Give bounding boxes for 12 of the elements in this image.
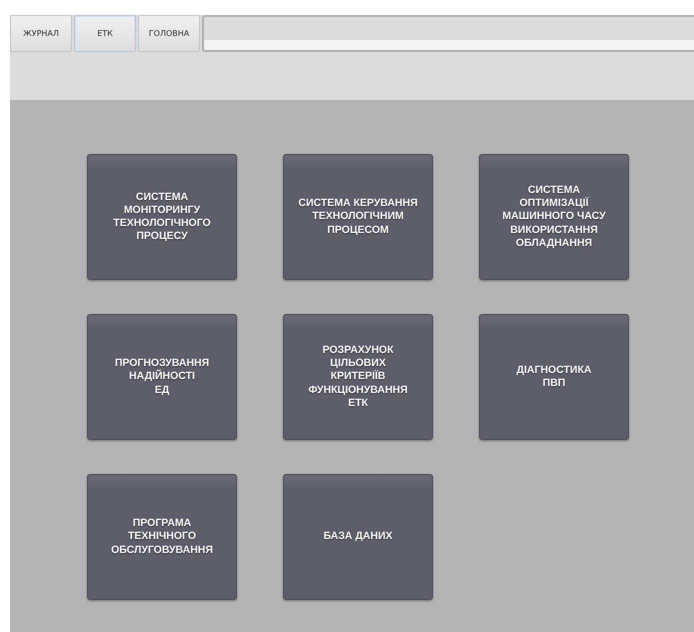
menu-tile[interactable]: БАЗА ДАНИХ [283,474,433,600]
tab[interactable]: ЖУРНАЛ [10,15,72,52]
menu-tile[interactable]: СИСТЕМА ОПТИМІЗАЦІЇ МАШИННОГО ЧАСУ ВИКОРИСТАННЯ ОБЛАДНАННЯ [479,154,629,280]
menu-tile[interactable]: РОЗРАХУНОК ЦІЛЬОВИХ КРИТЕРІЇВ ФУНКЦІОНУВАННЯ ЕТК [283,314,433,440]
menu-tile[interactable]: СИСТЕМА МОНІТОРИНГУ ТЕХНОЛОГІЧНОГО ПРОЦЕСУ [87,154,237,280]
tab[interactable]: ГОЛОВНА [138,15,200,52]
menu-tile[interactable]: ПРОГРАМА ТЕХНІЧНОГО ОБСЛУГОВУВАННЯ [87,474,237,600]
input-field[interactable] [202,15,694,52]
tab[interactable]: ЕТК [74,15,136,52]
menu-tile[interactable]: СИСТЕМА КЕРУВАННЯ ТЕХНОЛОГІЧНИМ ПРОЦЕСОМ [283,154,433,280]
menu-tile[interactable]: ПРОГНОЗУВАННЯ НАДІЙНОСТІ ЕД [87,314,237,440]
menu-tile[interactable]: ДІАГНОСТИКА ПВП [479,314,629,440]
